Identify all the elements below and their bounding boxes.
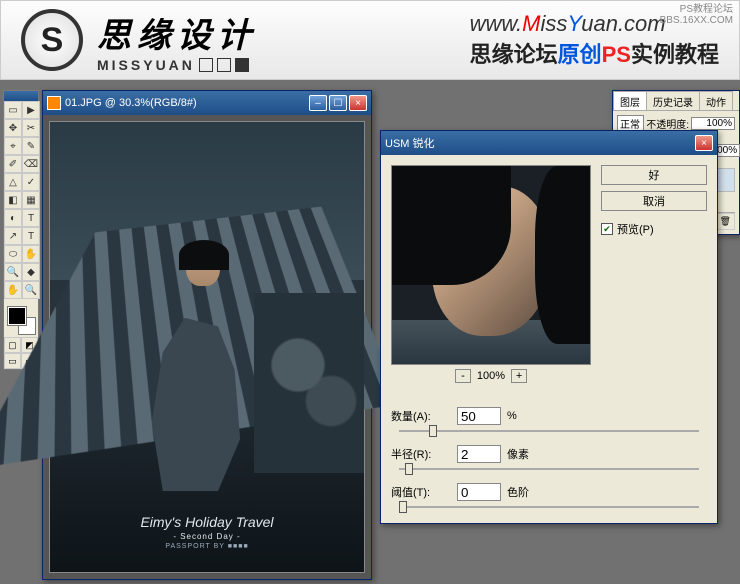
maximize-button[interactable]: ☐ [329,95,347,111]
amount-field[interactable] [457,407,501,425]
close-button[interactable]: × [349,95,367,111]
radius-unit: 像素 [507,446,537,462]
tool-stamp[interactable]: △ [4,173,22,191]
ps-file-icon [47,96,61,110]
radius-label: 半径(R): [391,446,451,462]
tagline: 思缘论坛原创PS实例教程 [470,37,719,69]
usm-preview[interactable] [391,165,591,365]
usm-close-button[interactable]: × [695,135,713,151]
cancel-button[interactable]: 取消 [601,191,707,211]
image-model [138,244,276,492]
document-titlebar[interactable]: 01.JPG @ 30.3%(RGB/8#) – ☐ × [43,91,371,115]
tool-history-brush[interactable]: ✓ [22,173,40,191]
amount-label: 数量(A): [391,408,451,424]
watermark: PS教程论坛 BBS.16XX.COM [660,4,733,26]
tab-layers[interactable]: 图层 [613,91,647,110]
ok-button[interactable]: 好 [601,165,707,185]
usm-titlebar[interactable]: USM 锐化 × [381,131,717,155]
tool-slice[interactable]: ✎ [22,137,40,155]
zoom-in-button[interactable]: + [511,369,527,383]
amount-slider[interactable] [399,425,699,437]
brand-block: 思缘设计 MISSYUAN [97,8,257,73]
preview-checkbox[interactable]: ✔ [601,223,613,235]
trash-icon[interactable]: 🗑 [715,213,735,230]
tool-lasso[interactable]: ✥ [4,119,22,137]
brand-cn: 思缘设计 [97,8,257,57]
usm-title: USM 锐化 [385,135,695,151]
minimize-button[interactable]: – [309,95,327,111]
tool-move[interactable]: ▶ [22,101,40,119]
tool-heal[interactable]: ✐ [4,155,22,173]
tool-wand[interactable]: ✂ [22,119,40,137]
screenmode-1[interactable]: ▭ [4,353,21,369]
panel-tabs: 图层 历史记录 动作 [613,91,739,111]
preview-label: 预览(P) [617,221,654,237]
radius-field[interactable] [457,445,501,463]
radius-slider[interactable] [399,463,699,475]
amount-unit: % [507,410,537,422]
document-title: 01.JPG @ 30.3%(RGB/8#) [65,97,309,109]
usm-dialog: USM 锐化 × - 100% + 好 取消 ✔ 预览(P) [380,130,718,524]
tool-brush[interactable]: ⌫ [22,155,40,173]
zoom-value: 100% [477,370,505,382]
threshold-unit: 色阶 [507,484,537,500]
tool-dodge[interactable]: T [22,209,40,227]
tool-hand[interactable]: ✋ [4,281,22,299]
threshold-label: 阈值(T): [391,484,451,500]
tool-path[interactable]: ↗ [4,227,22,245]
square-empty-icon [199,58,213,72]
threshold-field[interactable] [457,483,501,501]
tool-pen[interactable]: ⬭ [4,245,22,263]
tool-grid: ▭ ▶ ✥ ✂ ⌖ ✎ ✐ ⌫ △ ✓ ◧ ▦ ◐ T ↗ T ⬭ ✋ 🔍 ◆ … [4,101,38,299]
tool-blur[interactable]: ◐ [4,209,22,227]
toolbox-header[interactable] [4,91,38,101]
tool-eyedrop[interactable]: ◆ [22,263,40,281]
threshold-slider[interactable] [399,501,699,513]
site-banner: S 思缘设计 MISSYUAN www.MissYuan.com 思缘论坛原创P… [0,0,740,80]
opacity-label: 不透明度: [646,116,689,131]
square-empty-icon [217,58,231,72]
zoom-out-button[interactable]: - [455,369,471,383]
opacity-field[interactable]: 100% [691,117,735,130]
tool-crop[interactable]: ⌖ [4,137,22,155]
toolbox-panel: ▭ ▶ ✥ ✂ ⌖ ✎ ✐ ⌫ △ ✓ ◧ ▦ ◐ T ↗ T ⬭ ✋ 🔍 ◆ … [3,90,39,370]
color-swatch[interactable] [4,303,38,337]
brand-en-text: MISSYUAN [97,57,195,73]
mode-standard[interactable]: ▢ [4,337,21,353]
brand-en: MISSYUAN [97,57,257,73]
tab-actions[interactable]: 动作 [699,91,733,110]
tab-history[interactable]: 历史记录 [646,91,700,110]
tool-gradient[interactable]: ▦ [22,191,40,209]
site-logo: S [21,9,83,71]
tool-shape[interactable]: ✋ [22,245,40,263]
tool-eraser[interactable]: ◧ [4,191,22,209]
tool-marquee[interactable]: ▭ [4,101,22,119]
tool-notes[interactable]: 🔍 [4,263,22,281]
tool-type[interactable]: T [22,227,40,245]
square-filled-icon [235,58,249,72]
image-overlay-text: Eimy's Holiday Travel - Second Day - PAS… [50,514,364,550]
foreground-color-icon[interactable] [8,307,26,325]
document-canvas[interactable]: Eimy's Holiday Travel - Second Day - PAS… [43,115,371,579]
tool-zoom[interactable]: 🔍 [22,281,40,299]
document-image: Eimy's Holiday Travel - Second Day - PAS… [49,121,365,573]
document-window: 01.JPG @ 30.3%(RGB/8#) – ☐ × Eimy's Holi… [42,90,372,580]
